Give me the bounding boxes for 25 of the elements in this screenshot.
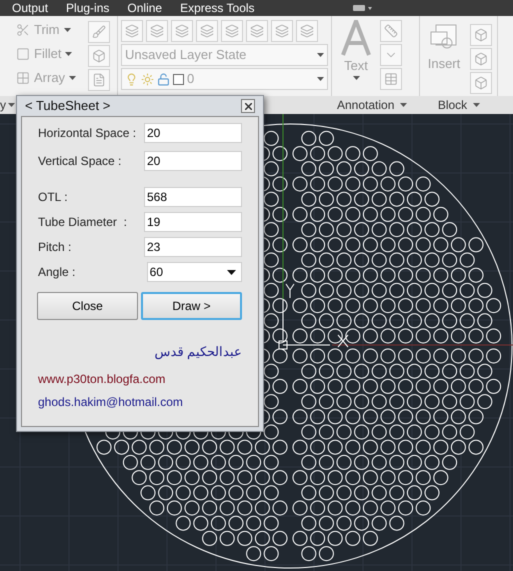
author-name: عبدالحکیم قدس [153,343,242,362]
dialog-button[interactable]: Draw > [140,292,242,320]
menu-tab[interactable]: Express Tools [180,2,255,14]
menu-tab[interactable]: Plug-ins [66,2,110,14]
panel-label[interactable]: Annotation [337,96,394,114]
value-field[interactable]: 19 [144,212,242,232]
value-field[interactable]: 20 [144,151,242,171]
field-label: Vertical Space : [38,153,122,170]
field-label: Pitch : [38,239,72,256]
email-link[interactable]: ghods.hakim@hotmail.com [38,392,242,410]
panel-label[interactable]: Block [438,96,468,114]
menu-tab[interactable]: Output [12,2,48,14]
website-link[interactable]: www.p30ton.blogfa.com [38,370,242,388]
field-label: Angle : [38,264,76,281]
field-label: Tube Diameter : [38,214,128,231]
dialog-button[interactable]: Close [37,292,138,320]
field-label: Horizontal Space : [38,125,138,142]
value-field[interactable]: 568 [144,187,242,207]
field-label: OTL : [38,189,69,206]
angle-dropdown[interactable]: 60 [146,262,242,282]
value-field[interactable]: 20 [144,123,242,143]
dialog-title: < TubeSheet > [25,97,110,116]
panel-label[interactable]: y [0,96,6,114]
menu-tab[interactable]: Online [127,2,162,14]
value-field[interactable]: 23 [144,237,242,257]
